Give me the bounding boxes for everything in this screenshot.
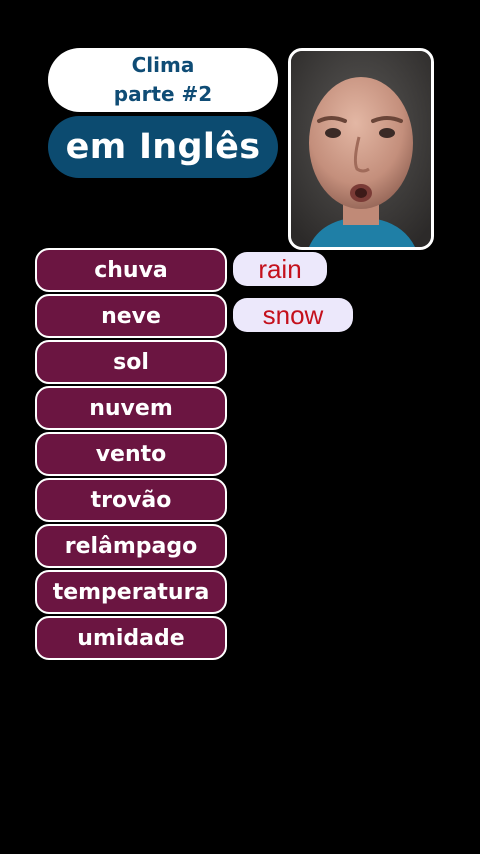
word-pill-trovao: trovão	[35, 478, 227, 522]
word-pill-nuvem: nuvem	[35, 386, 227, 430]
portuguese-word-list: chuva neve sol nuvem vento trovão relâmp…	[35, 248, 227, 662]
word-pill-neve: neve	[35, 294, 227, 338]
answer-pill-snow: snow	[233, 298, 353, 332]
word-row: trovão	[35, 478, 227, 524]
title-line-2: parte #2	[113, 82, 213, 106]
title-pill: Clima parte #2	[48, 48, 278, 112]
word-row: vento	[35, 432, 227, 478]
word-row: sol	[35, 340, 227, 386]
subtitle-pill: em Inglês	[48, 116, 278, 178]
presenter-video	[288, 48, 434, 250]
title-line-1: Clima	[131, 53, 195, 77]
word-row: temperatura	[35, 570, 227, 616]
answer-pill-rain: rain	[233, 252, 327, 286]
word-row: umidade	[35, 616, 227, 662]
subtitle-text: em Inglês	[65, 127, 261, 167]
word-row: chuva	[35, 248, 227, 294]
word-pill-temperatura: temperatura	[35, 570, 227, 614]
word-pill-umidade: umidade	[35, 616, 227, 660]
word-row: neve	[35, 294, 227, 340]
word-pill-sol: sol	[35, 340, 227, 384]
word-pill-vento: vento	[35, 432, 227, 476]
person-face-video-icon	[291, 51, 431, 247]
word-row: nuvem	[35, 386, 227, 432]
word-pill-relampago: relâmpago	[35, 524, 227, 568]
word-pill-chuva: chuva	[35, 248, 227, 292]
word-row: relâmpago	[35, 524, 227, 570]
